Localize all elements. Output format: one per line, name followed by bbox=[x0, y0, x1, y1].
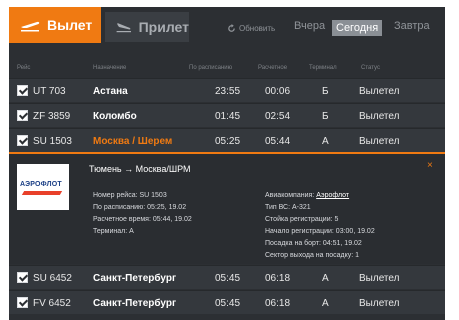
flight-calculated: 00:06 bbox=[265, 86, 291, 97]
flight-destination: Коломбо bbox=[93, 111, 137, 122]
flight-status: Вылетел bbox=[359, 273, 400, 284]
detail-terminal: Терминал: А bbox=[93, 228, 134, 235]
flight-number: SU 1503 bbox=[33, 136, 72, 147]
flight-row[interactable]: ZF 3859 Коломбо 01:45 02:54 Б Вылетел bbox=[9, 103, 445, 127]
detail-airline-row: Авиакомпания: Аэрофлот bbox=[265, 192, 349, 199]
flight-number: ZF 3859 bbox=[33, 111, 71, 122]
refresh-icon bbox=[228, 24, 235, 32]
col-destination: Назначение bbox=[93, 65, 127, 71]
flight-row[interactable]: SU 6452 Санкт-Петербург 05:45 06:18 А Вы… bbox=[9, 265, 445, 289]
detail-boarding: Посадка на борт: 04:51, 19.02 bbox=[265, 240, 362, 247]
day-tomorrow[interactable]: Завтра bbox=[394, 20, 430, 32]
flight-calculated: 05:44 bbox=[265, 136, 291, 147]
flight-status: Вылетел bbox=[359, 136, 400, 147]
row-checkbox[interactable] bbox=[17, 297, 28, 308]
flight-status: Вылетел bbox=[359, 111, 400, 122]
flight-board: Вылет Прилет Обновить Вчера Сегодня Завт… bbox=[9, 7, 445, 320]
flight-destination: Санкт-Петербург bbox=[93, 298, 177, 309]
detail-flight-number: Номер рейса: SU 1503 bbox=[93, 192, 167, 199]
detail-gate: Сектор выхода на посадку: 1 bbox=[265, 252, 360, 259]
detail-airline-label: Авиакомпания: bbox=[265, 192, 315, 199]
col-calculated: Расчетное bbox=[258, 65, 288, 71]
col-terminal: Терминал bbox=[309, 65, 337, 71]
flight-row-selected[interactable]: SU 1503 Москва / Шерем 05:25 05:44 А Выл… bbox=[9, 128, 445, 152]
flight-scheduled: 05:25 bbox=[215, 136, 241, 147]
detail-aircraft: Тип ВС: А-321 bbox=[265, 204, 311, 211]
flight-detail-panel: АЭРОФЛОТ Тюмень → Москва/ШРМ × Номер рей… bbox=[9, 152, 445, 264]
flight-calculated: 02:54 bbox=[265, 111, 291, 122]
flight-row[interactable]: FV 6452 Санкт-Петербург 05:45 06:18 А Вы… bbox=[9, 290, 445, 314]
detail-route: Тюмень → Москва/ШРМ bbox=[89, 164, 191, 174]
tab-arrivals[interactable]: Прилет bbox=[105, 12, 189, 42]
refresh-button[interactable]: Обновить bbox=[227, 24, 275, 33]
flight-terminal: А bbox=[322, 273, 329, 284]
col-flight: Рейс bbox=[17, 65, 31, 71]
flight-status: Вылетел bbox=[359, 298, 400, 309]
flight-calculated: 06:18 bbox=[265, 298, 291, 309]
flight-destination: Санкт-Петербург bbox=[93, 273, 177, 284]
flight-scheduled: 05:45 bbox=[215, 273, 241, 284]
flight-scheduled: 23:55 bbox=[215, 86, 241, 97]
tab-departures-label: Вылет bbox=[47, 17, 93, 33]
tab-arrivals-label: Прилет bbox=[138, 19, 189, 35]
tab-departures[interactable]: Вылет bbox=[9, 7, 101, 43]
flight-calculated: 06:18 bbox=[265, 273, 291, 284]
flight-scheduled: 05:45 bbox=[215, 298, 241, 309]
airline-logo-text: АЭРОФЛОТ bbox=[20, 181, 62, 188]
departure-plane-icon bbox=[21, 21, 40, 32]
flight-destination: Астана bbox=[93, 86, 128, 97]
flight-terminal: Б bbox=[322, 86, 329, 97]
logo-wing-icon bbox=[21, 191, 63, 195]
flight-number: SU 6452 bbox=[33, 273, 72, 284]
flight-scheduled: 01:45 bbox=[215, 111, 241, 122]
detail-checkin: Стойка регистрации: 5 bbox=[265, 216, 339, 223]
table-header: Рейс Назначение По расписанию Расчетное … bbox=[9, 60, 445, 78]
flight-number: UT 703 bbox=[33, 86, 66, 97]
flight-number: FV 6452 bbox=[33, 298, 71, 309]
refresh-label: Обновить bbox=[239, 24, 276, 33]
row-checkbox[interactable] bbox=[17, 272, 28, 283]
col-scheduled: По расписанию bbox=[189, 65, 233, 71]
board-toolbar: Вылет Прилет Обновить Вчера Сегодня Завт… bbox=[9, 7, 445, 51]
detail-calculated: Расчетное время: 05:44, 19.02 bbox=[93, 216, 192, 223]
airline-logo: АЭРОФЛОТ bbox=[17, 164, 69, 210]
detail-scheduled: По расписанию: 05:25, 19.02 bbox=[93, 204, 187, 211]
row-checkbox[interactable] bbox=[17, 110, 28, 121]
close-icon[interactable]: × bbox=[427, 160, 433, 171]
detail-airline-link[interactable]: Аэрофлот bbox=[316, 192, 349, 199]
arrival-plane-icon bbox=[116, 22, 132, 33]
flight-row[interactable]: UT 703 Астана 23:55 00:06 Б Вылетел bbox=[9, 78, 445, 102]
col-status: Статус bbox=[361, 65, 380, 71]
flight-terminal: Б bbox=[322, 111, 329, 122]
day-yesterday[interactable]: Вчера bbox=[294, 20, 325, 32]
flight-terminal: А bbox=[322, 298, 329, 309]
flight-destination: Москва / Шерем bbox=[93, 136, 173, 147]
day-today[interactable]: Сегодня bbox=[332, 20, 383, 36]
row-checkbox[interactable] bbox=[17, 85, 28, 96]
row-checkbox[interactable] bbox=[17, 135, 28, 146]
flight-status: Вылетел bbox=[359, 86, 400, 97]
detail-checkin-start: Начало регистрации: 03:00, 19.02 bbox=[265, 228, 375, 235]
flight-terminal: А bbox=[322, 136, 329, 147]
